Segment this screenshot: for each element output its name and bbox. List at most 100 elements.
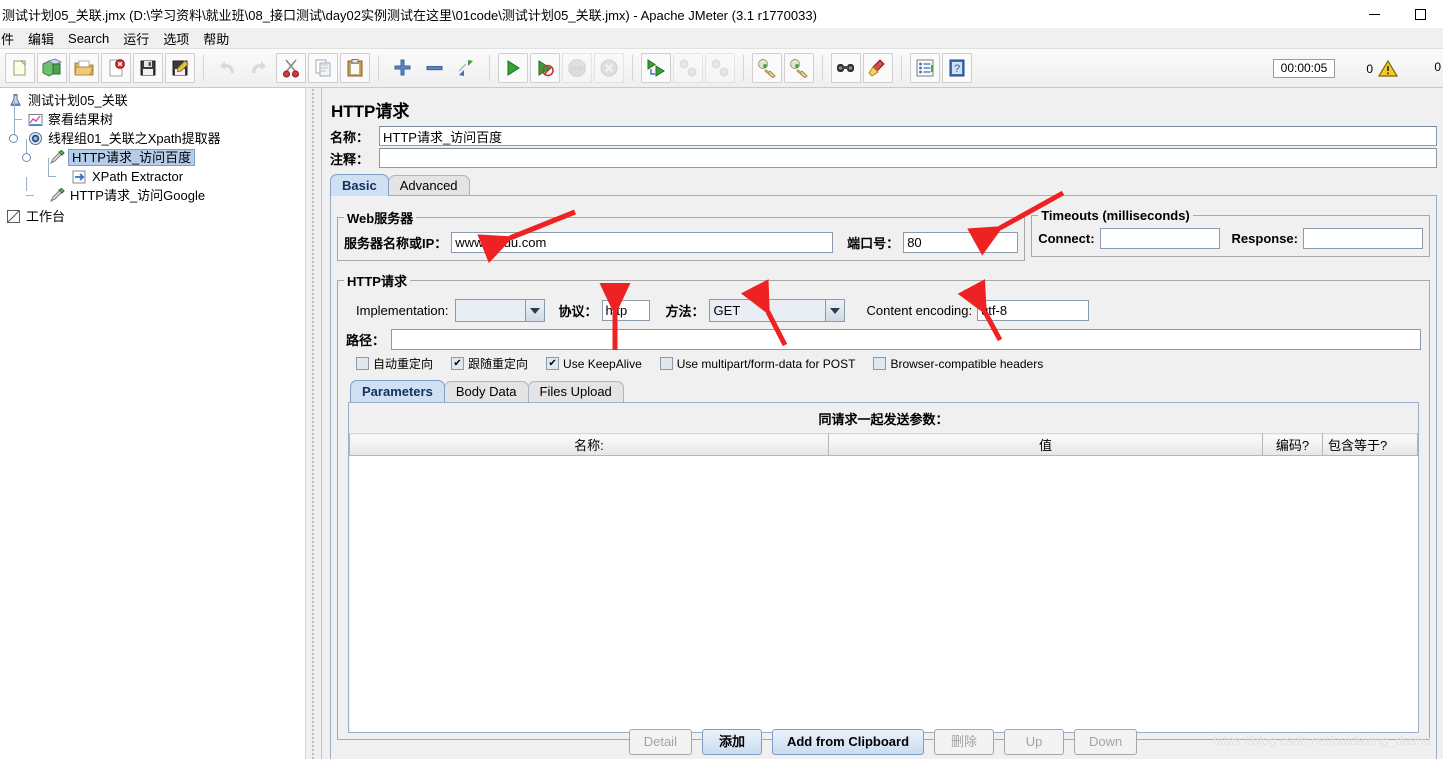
toolbar-separator (203, 55, 204, 81)
new-button[interactable] (5, 53, 35, 83)
method-value: GET (709, 300, 825, 321)
tree-node-workbench[interactable]: 工作台 (4, 207, 305, 226)
tree-expand-toggle[interactable] (22, 153, 31, 162)
toggle-button[interactable] (451, 53, 481, 83)
delete-button[interactable]: 删除 (934, 729, 995, 755)
templates-button[interactable] (37, 53, 67, 83)
add-button[interactable]: 添加 (701, 729, 762, 755)
params-tabstrip: Parameters Body Data Files Upload (350, 380, 1421, 402)
name-input[interactable] (379, 126, 1437, 146)
connect-timeout-label: Connect: (1038, 231, 1095, 246)
detail-button[interactable]: Detail (628, 729, 692, 755)
help-button[interactable]: ? (942, 53, 972, 83)
redo-button[interactable] (244, 53, 274, 83)
minimize-button[interactable] (1351, 0, 1397, 28)
menu-options[interactable]: 选项 (156, 27, 196, 50)
test-plan-tree-panel[interactable]: 测试计划05_关联 察看结果树 线程组01_关联之Xpath提取器 HTTP请求… (0, 88, 305, 759)
xpath-extractor-icon (70, 169, 88, 185)
close-button[interactable] (101, 53, 131, 83)
add-from-clipboard-button[interactable]: Add from Clipboard (771, 729, 925, 755)
toolbar-group-run: STOP (493, 53, 629, 83)
shutdown-remote-all-button[interactable] (705, 53, 735, 83)
copy-button[interactable] (308, 53, 338, 83)
paste-button[interactable] (340, 53, 370, 83)
tree-node-http-request-google[interactable]: HTTP请求_访问Google (4, 177, 305, 205)
tree-node-xpath-extractor[interactable]: XPath Extractor (4, 158, 305, 186)
tree-guide (26, 177, 27, 191)
checkbox-auto-redirect[interactable]: 自动重定向 (356, 355, 433, 372)
menu-run[interactable]: 运行 (116, 27, 156, 50)
thread-group-icon (26, 131, 44, 147)
error-indicator[interactable]: 0 (1434, 60, 1441, 74)
maximize-button[interactable] (1397, 0, 1443, 28)
column-header-value[interactable]: 值 (827, 433, 1264, 456)
toolbar-group-tree (382, 53, 486, 83)
error-count: 0 (1434, 60, 1441, 74)
column-header-name[interactable]: 名称: (349, 433, 829, 456)
column-header-include-equals[interactable]: 包含等于? (1322, 433, 1418, 456)
toolbar-separator (489, 55, 490, 81)
checkbox-use-keepalive[interactable]: Use KeepAlive (546, 357, 642, 371)
checkbox-multipart-form-data[interactable]: Use multipart/form-data for POST (659, 357, 855, 371)
tab-advanced[interactable]: Advanced (387, 175, 470, 196)
menu-search[interactable]: Search (61, 29, 116, 48)
start-no-pause-button[interactable] (530, 53, 560, 83)
collapse-all-button[interactable] (419, 53, 449, 83)
connect-timeout-input[interactable] (1099, 228, 1220, 249)
tab-body-data[interactable]: Body Data (443, 381, 529, 402)
tab-parameters[interactable]: Parameters (350, 380, 445, 402)
method-combo[interactable]: GET (708, 299, 845, 322)
down-button[interactable]: Down (1074, 729, 1138, 755)
toggle-icon (458, 60, 473, 76)
open-button[interactable] (69, 53, 99, 83)
tab-files-upload[interactable]: Files Upload (527, 381, 624, 402)
checkbox-follow-redirect[interactable]: 跟随重定向 (451, 355, 528, 372)
port-input[interactable] (903, 232, 1019, 253)
path-input[interactable] (391, 329, 1421, 350)
server-name-input[interactable] (451, 232, 834, 253)
tree-node-test-plan[interactable]: 测试计划05_关联 (4, 91, 305, 110)
search-button[interactable] (831, 53, 861, 83)
checkbox-browser-compatible-headers[interactable]: Browser-compatible headers (873, 357, 1043, 371)
toolbar-group-edit (207, 53, 375, 83)
content-encoding-input[interactable] (977, 300, 1090, 321)
menu-edit[interactable]: 编辑 (21, 27, 61, 50)
tree-expand-toggle[interactable] (9, 134, 18, 143)
parameters-table-body[interactable] (349, 455, 1418, 732)
start-button[interactable] (498, 53, 528, 83)
save-button[interactable] (133, 53, 163, 83)
stop-button[interactable]: STOP (562, 53, 592, 83)
function-helper-button[interactable] (910, 53, 940, 83)
response-timeout-input[interactable] (1303, 228, 1423, 249)
stop-remote-all-button[interactable] (673, 53, 703, 83)
tree-node-http-request-baidu[interactable]: HTTP请求_访问百度 (4, 139, 305, 167)
save-as-button[interactable] (165, 53, 195, 83)
reset-search-button[interactable] (863, 53, 893, 83)
cut-button[interactable] (276, 53, 306, 83)
menu-help[interactable]: 帮助 (196, 27, 236, 50)
tab-basic[interactable]: Basic (330, 174, 389, 196)
search-icon (837, 64, 854, 72)
column-header-encode[interactable]: 编码? (1262, 433, 1323, 456)
shutdown-button[interactable] (594, 53, 624, 83)
empty-table-area[interactable] (349, 455, 1418, 732)
menu-file[interactable]: 件 (0, 27, 21, 50)
page-title: HTTP请求 (331, 102, 410, 121)
start-remote-all-button[interactable] (641, 53, 671, 83)
plus-icon (394, 59, 411, 76)
clear-all-button[interactable] (784, 53, 814, 83)
implementation-combo[interactable] (454, 299, 545, 322)
protocol-input[interactable] (601, 300, 650, 321)
split-pane-divider[interactable] (305, 88, 321, 759)
minimize-icon (1368, 13, 1380, 15)
undo-button[interactable] (212, 53, 242, 83)
cut-icon (283, 59, 299, 78)
warning-triangle-icon (1378, 60, 1398, 77)
up-button[interactable]: Up (1004, 729, 1065, 755)
tree-node-view-results-tree[interactable]: 察看结果树 (4, 101, 305, 129)
comment-input[interactable] (379, 148, 1437, 168)
warning-indicator[interactable]: 0 (1366, 60, 1398, 78)
clear-button[interactable] (752, 53, 782, 83)
tree-node-thread-group[interactable]: 线程组01_关联之Xpath提取器 (4, 120, 305, 148)
expand-all-button[interactable] (387, 53, 417, 83)
